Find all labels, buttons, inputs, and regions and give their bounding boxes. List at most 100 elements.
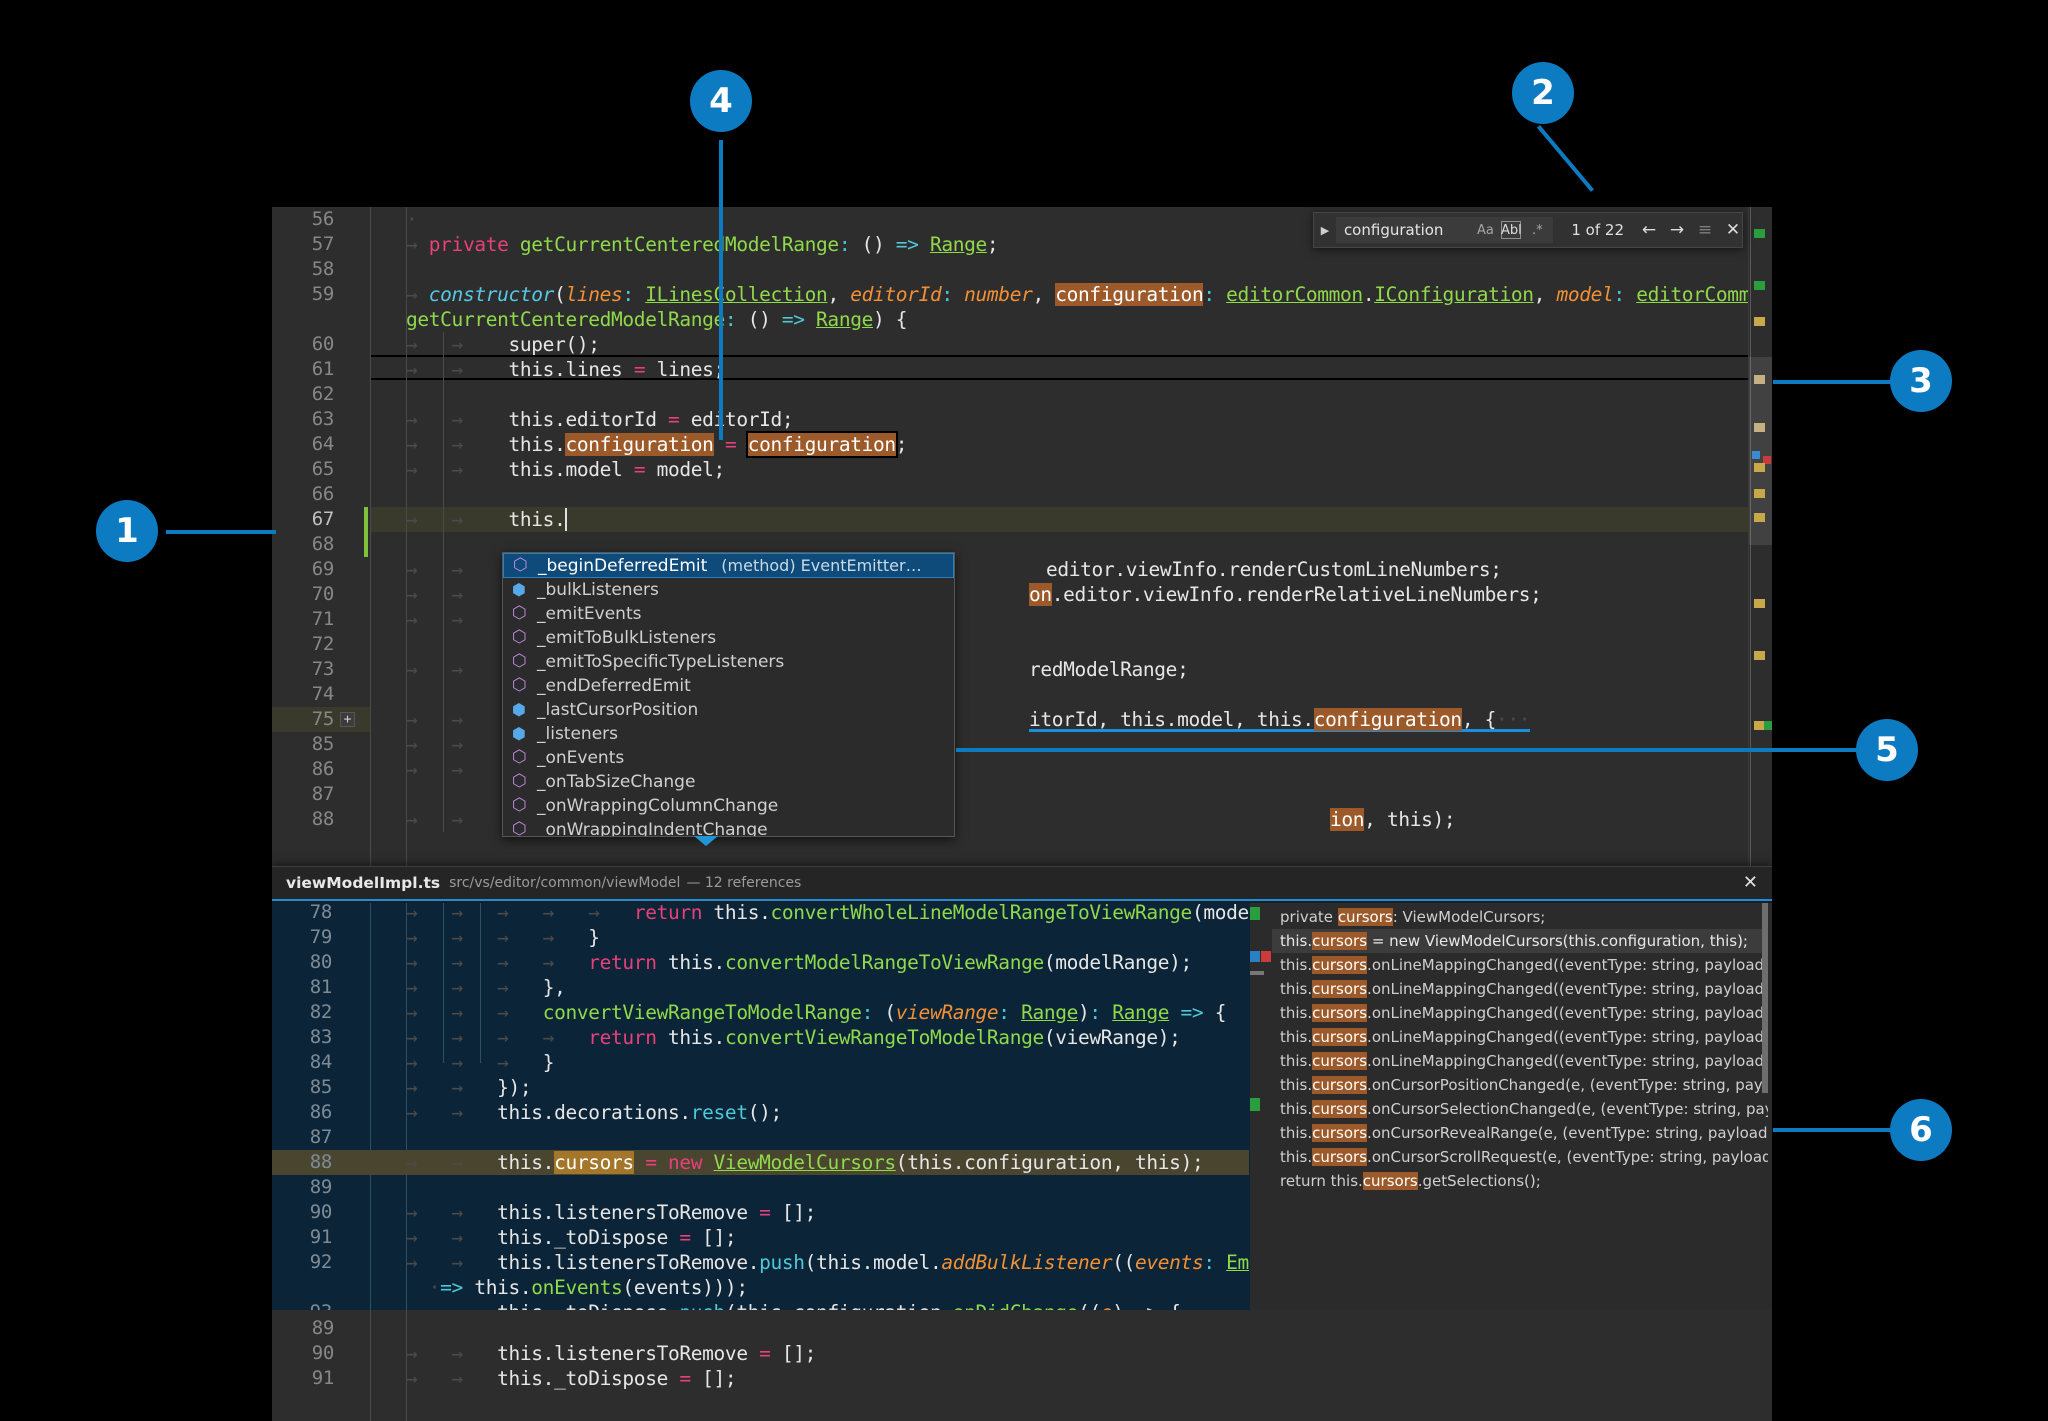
peek-code-line: → → this._toDispose.push(this.configurat… [406, 1300, 1181, 1310]
find-next-icon[interactable]: → [1668, 221, 1686, 239]
fold-expand-icon[interactable]: + [340, 712, 355, 727]
ref-text-pre: private [1280, 908, 1338, 926]
peek-body: 78 79 80 81 82 83 84 85 86 87 88 89 90 9… [272, 903, 1772, 1310]
peek-references-view[interactable]: viewModelImpl.ts src/vs/editor/common/vi… [272, 866, 1772, 1310]
suggest-widget[interactable]: _beginDeferredEmit (method) EventEmitter… [502, 552, 955, 837]
peek-code-line: → → → → return this.convertViewRangeToMo… [406, 1026, 1181, 1049]
line-number: 86 [311, 758, 335, 780]
suggest-item-label: _emitEvents [537, 604, 642, 625]
code-line: → → this.model = model; [406, 458, 725, 481]
reference-row-selected[interactable]: this.cursors = new ViewModelCursors(this… [1272, 929, 1768, 953]
match-case-icon[interactable]: Aa [1475, 221, 1495, 239]
method-icon [511, 771, 533, 791]
ref-highlight-token: cursors [1312, 1100, 1368, 1118]
find-match-marker [1754, 423, 1765, 432]
cursor-marker [1752, 451, 1760, 459]
whole-word-icon[interactable]: Abl [1501, 221, 1522, 239]
suggest-item-label: _onWrappingIndentChange [537, 820, 768, 837]
suggest-item-label: _emitToBulkListeners [537, 628, 717, 649]
editor-text-area-bottom[interactable]: → → this.listenersToRemove = []; → → thi… [370, 1310, 1772, 1421]
peek-code-pane[interactable]: 78 79 80 81 82 83 84 85 86 87 88 89 90 9… [272, 903, 1249, 1310]
line-number: 66 [311, 483, 335, 505]
editor-bottom-sliver[interactable]: 89 90 91 → → this.listenersToRemove = []… [272, 1310, 1772, 1421]
line-number: 62 [311, 383, 335, 405]
peek-code-line: → → this.listenersToRemove.push(this.mod… [406, 1251, 1249, 1274]
find-input-value[interactable]: configuration [1336, 221, 1475, 239]
suggest-item[interactable]: _bulkListeners [503, 578, 954, 603]
suggest-item[interactable]: _onTabSizeChange [503, 770, 954, 795]
toggle-replace-icon[interactable]: ▶ [1314, 224, 1336, 237]
overview-ruler[interactable] [1748, 207, 1772, 867]
suggest-item[interactable]: _onWrappingColumnChange [503, 794, 954, 819]
callout-3-badge: 3 [1890, 350, 1952, 412]
callout-2-badge: 2 [1512, 62, 1574, 124]
peek-connector-arrow [694, 836, 718, 846]
callout-6-leader [1773, 1128, 1893, 1132]
code-editor[interactable]: 56 57 58 59 60 61 62 63 64 65 66 67 68 6… [272, 207, 1772, 867]
reference-row[interactable]: this.cursors.onCursorRevealRange(e, (eve… [1272, 1121, 1768, 1145]
code-line: → → this.listenersToRemove = []; [406, 1342, 817, 1365]
diff-added-marker [1754, 229, 1765, 238]
find-previous-icon[interactable]: ← [1640, 221, 1658, 239]
peek-line-number: 90 [309, 1201, 333, 1223]
ref-marker-error [1261, 951, 1271, 962]
reference-row[interactable]: this.cursors.onCursorPositionChanged(e, … [1272, 1073, 1768, 1097]
peek-line-number: 84 [309, 1051, 333, 1073]
suggest-item[interactable]: _onWrappingIndentChange [503, 818, 954, 837]
reference-row[interactable]: this.cursors.onCursorSelectionChanged(e,… [1272, 1097, 1768, 1121]
reference-row[interactable]: this.cursors.onLineMappingChanged((event… [1272, 1001, 1768, 1025]
callout-4-leader [719, 140, 723, 440]
find-input[interactable]: configuration Aa Abl .* [1335, 217, 1554, 243]
regex-icon[interactable]: .* [1527, 221, 1547, 239]
property-icon [511, 580, 533, 599]
suggest-item[interactable]: _endDeferredEmit [503, 674, 954, 699]
find-close-icon[interactable]: ✕ [1724, 221, 1742, 239]
line-number: 75 [311, 708, 335, 730]
method-icon [511, 675, 533, 695]
suggest-item[interactable]: _emitToSpecificTypeListeners [503, 650, 954, 675]
ref-highlight-token: cursors [1312, 1124, 1368, 1142]
ref-highlight-token: cursors [1337, 908, 1393, 926]
peek-text-area[interactable]: → → → → → return this.convertWholeLineMo… [370, 903, 1249, 1310]
reference-row[interactable]: this.cursors.onCursorScrollRequest(e, (e… [1272, 1145, 1768, 1169]
reference-row[interactable]: this.cursors.onLineMappingChanged((event… [1272, 1025, 1768, 1049]
method-icon [511, 651, 533, 671]
suggest-item[interactable]: _lastCursorPosition [503, 698, 954, 723]
suggest-item[interactable]: _emitEvents [503, 602, 954, 627]
suggest-item[interactable]: _beginDeferredEmit (method) EventEmitter… [503, 553, 954, 578]
code-line: → constructor(lines: ILinesCollection, e… [406, 283, 1772, 306]
property-icon [511, 700, 533, 719]
diff-added-marker [1754, 281, 1765, 290]
peek-line-number: 78 [309, 903, 333, 923]
callout-4-badge: 4 [690, 70, 752, 132]
peek-close-icon[interactable]: ✕ [1743, 874, 1758, 892]
peek-code-line-highlighted: → → this.cursors = new ViewModelCursors(… [406, 1151, 1204, 1174]
peek-references-list[interactable]: private cursors: ViewModelCursors; this.… [1249, 903, 1772, 1310]
reference-row[interactable]: private cursors: ViewModelCursors; [1272, 905, 1768, 929]
editor-gutter: 56 57 58 59 60 61 62 63 64 65 66 67 68 6… [272, 207, 370, 867]
reference-row[interactable]: this.cursors.onLineMappingChanged((event… [1272, 977, 1768, 1001]
line-number: 88 [311, 808, 335, 830]
peek-scrollbar[interactable] [1758, 903, 1772, 1310]
find-options[interactable]: Aa Abl .* [1475, 221, 1553, 239]
reference-row[interactable]: this.cursors.onLineMappingChanged((event… [1272, 953, 1768, 977]
peek-gutter: 78 79 80 81 82 83 84 85 86 87 88 89 90 9… [272, 903, 370, 1310]
code-line: → → this.configuration = configuration; [406, 431, 908, 458]
suggest-item[interactable]: _onEvents [503, 746, 954, 771]
find-match-marker [1754, 463, 1765, 472]
suggest-item[interactable]: _listeners [503, 722, 954, 747]
peek-scrollbar-thumb[interactable] [1762, 903, 1768, 1093]
find-widget[interactable]: ▶ configuration Aa Abl .* 1 of 22 ← → ≡ … [1313, 212, 1743, 248]
suggest-item-label: _listeners [537, 724, 619, 745]
reference-row[interactable]: return this.cursors.getSelections(); [1272, 1169, 1768, 1193]
property-icon [511, 724, 533, 743]
find-buttons[interactable]: ← → ≡ ✕ [1640, 221, 1742, 239]
peek-reference-count: — 12 references [686, 875, 802, 891]
line-number: 70 [311, 583, 335, 605]
callout-2-leader [1536, 125, 1594, 192]
reference-row[interactable]: this.cursors.onLineMappingChanged((event… [1272, 1049, 1768, 1073]
peek-header: viewModelImpl.ts src/vs/editor/common/vi… [272, 867, 1772, 901]
suggest-item[interactable]: _emitToBulkListeners [503, 626, 954, 651]
find-in-selection-icon[interactable]: ≡ [1696, 221, 1714, 239]
method-icon [511, 603, 533, 623]
